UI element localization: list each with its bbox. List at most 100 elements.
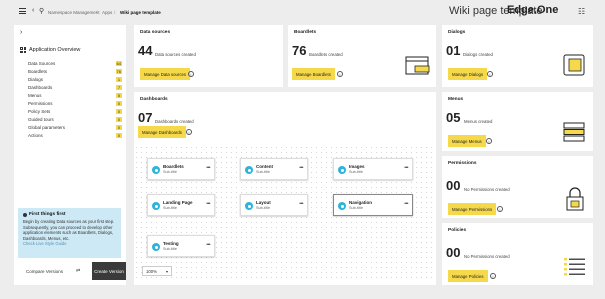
info-icon[interactable]: i: [497, 206, 503, 212]
info-icon[interactable]: i: [337, 71, 343, 77]
breadcrumb-apps[interactable]: Apps: [102, 10, 112, 15]
sidebar-item-label: Dialogs: [28, 76, 44, 82]
dialog-illustration-icon: [563, 54, 585, 76]
count-badge: 0: [116, 100, 122, 106]
sidebar-item-label: Guided tours: [28, 116, 54, 122]
dashboard-node[interactable]: Boardlets Sub-title •••: [147, 158, 215, 180]
sidebar-item-data-sources[interactable]: Data Sources 64: [28, 59, 122, 67]
sidebar-item-guided-tours[interactable]: Guided tours 0: [28, 115, 122, 123]
data-sources-card: Data sources 44 Data sources created Man…: [134, 25, 283, 87]
swap-icon[interactable]: ⇄: [76, 268, 80, 274]
node-subtitle: Sub-title: [256, 170, 270, 174]
manage-permissions-button[interactable]: Manage Permissions: [448, 203, 497, 215]
count-badge: 1: [116, 76, 122, 82]
node-title: Testing: [163, 241, 179, 246]
sidebar-item-label: Global parameters: [28, 124, 66, 130]
node-subtitle: Sub-title: [256, 206, 270, 210]
compare-versions-link[interactable]: Compare Versions: [26, 269, 63, 274]
info-title: First things first: [29, 212, 66, 217]
info-icon[interactable]: i: [490, 273, 496, 279]
sidebar-item-label: Data Sources: [28, 60, 56, 66]
chevron-left-icon[interactable]: ‹: [32, 7, 34, 14]
count-badge: 0: [116, 124, 122, 130]
card-title: Boardlets: [294, 30, 317, 35]
top-bar: ‹ ⚲ Namespace Management / Apps / Wiki p…: [0, 0, 605, 25]
manage-data-sources-button[interactable]: Manage Data sources: [140, 68, 191, 80]
sidebar-item-global-parameters[interactable]: Global parameters 0: [28, 123, 122, 131]
sidebar-item-policy-sets[interactable]: Policy Sets 0: [28, 107, 122, 115]
sidebar-header: Application Overview: [29, 47, 81, 53]
sidebar-item-label: Boardlets: [28, 68, 48, 74]
count-caption: Menus created: [464, 119, 493, 124]
more-horizontal-icon[interactable]: •••: [299, 165, 303, 171]
node-title: Boardlets: [163, 164, 184, 169]
card-title: Data sources: [140, 30, 171, 35]
dashboard-node[interactable]: Landing Page Sub-title •••: [147, 194, 215, 216]
count-caption: No Permissions created: [464, 187, 510, 192]
more-horizontal-icon[interactable]: •••: [206, 201, 210, 207]
style-guide-link[interactable]: Check Live Style Guide: [23, 241, 116, 247]
more-horizontal-icon[interactable]: •••: [404, 201, 408, 207]
dashboard-node[interactable]: Images Sub-title •••: [333, 158, 413, 180]
dashboard-node[interactable]: Layout Sub-title •••: [240, 194, 308, 216]
dashboard-node[interactable]: Testing Sub-title •••: [147, 235, 215, 257]
count-badge: 5: [116, 92, 122, 98]
info-icon[interactable]: i: [486, 138, 492, 144]
node-icon: [338, 202, 346, 210]
count-badge: 0: [116, 116, 122, 122]
sidebar-item-dialogs[interactable]: Dialogs 1: [28, 75, 122, 83]
node-subtitle: Sub-title: [163, 206, 177, 210]
sidebar-item-label: Dashboards: [28, 84, 53, 90]
info-icon[interactable]: i: [188, 71, 194, 77]
manage-policies-button[interactable]: Manage Policies: [448, 270, 488, 282]
sidebar-item-label: Menus: [28, 92, 42, 98]
info-icon[interactable]: i: [487, 71, 493, 77]
count-value: 07: [138, 110, 153, 125]
zoom-select[interactable]: 100% ▾: [142, 266, 172, 276]
more-horizontal-icon[interactable]: •••: [404, 165, 408, 171]
count-caption: Dashboards created: [155, 119, 194, 124]
chevron-right-icon[interactable]: ›: [20, 29, 22, 36]
more-horizontal-icon[interactable]: •••: [206, 165, 210, 171]
info-icon[interactable]: i: [186, 129, 192, 135]
count-value: 76: [292, 43, 307, 58]
card-title: Policies: [448, 228, 467, 233]
dashboard-node-selected[interactable]: Navigation Sub-title •••: [333, 194, 413, 216]
node-title: Landing Page: [163, 200, 193, 205]
grid-icon: [20, 47, 26, 53]
count-caption: No Permissions created: [464, 254, 510, 259]
sliders-icon[interactable]: ☷: [578, 7, 585, 16]
sidebar-item-actions[interactable]: Actions 0: [28, 131, 122, 139]
count-value: 00: [446, 245, 461, 260]
breadcrumb-namespace[interactable]: Namespace Management: [48, 10, 100, 15]
sidebar-item-menus[interactable]: Menus 5: [28, 91, 122, 99]
menus-card: Menus 05 Menus created Manage Menus i: [442, 92, 593, 151]
manage-dashboards-button[interactable]: Manage Dashboards: [138, 126, 186, 138]
sidebar-item-label: Actions: [28, 132, 43, 138]
more-horizontal-icon[interactable]: •••: [299, 201, 303, 207]
breadcrumb-separator: /: [96, 10, 98, 15]
sidebar-item-boardlets[interactable]: Boardlets 76: [28, 67, 122, 75]
count-caption: Data sources created: [155, 52, 196, 57]
policies-card: Policies 00 No Permissions created Manag…: [442, 223, 593, 285]
count-badge: 0: [116, 108, 122, 114]
manage-menus-button[interactable]: Manage Menus: [448, 135, 486, 147]
manage-boardlets-button[interactable]: Manage Boardlets: [292, 68, 335, 80]
more-horizontal-icon[interactable]: •••: [206, 242, 210, 248]
count-value: 44: [138, 43, 153, 58]
sidebar-item-permissions[interactable]: Permissions 0: [28, 99, 122, 107]
manage-dialogs-button[interactable]: Manage Dialogs: [448, 68, 488, 80]
create-version-button[interactable]: Create Version: [92, 262, 126, 280]
node-title: Content: [256, 164, 273, 169]
sidebar-item-dashboards[interactable]: Dashboards 7: [28, 83, 122, 91]
card-title: Permissions: [448, 161, 477, 166]
pin-icon: ⚲: [39, 8, 45, 15]
hamburger-icon[interactable]: [19, 8, 26, 14]
node-title: Layout: [256, 200, 271, 205]
node-icon: [152, 243, 160, 251]
count-value: 01: [446, 43, 461, 58]
node-icon: [338, 166, 346, 174]
node-title: Navigation: [349, 200, 373, 205]
dashboard-node[interactable]: Content Sub-title •••: [240, 158, 308, 180]
boardlet-illustration-icon: [405, 56, 430, 75]
